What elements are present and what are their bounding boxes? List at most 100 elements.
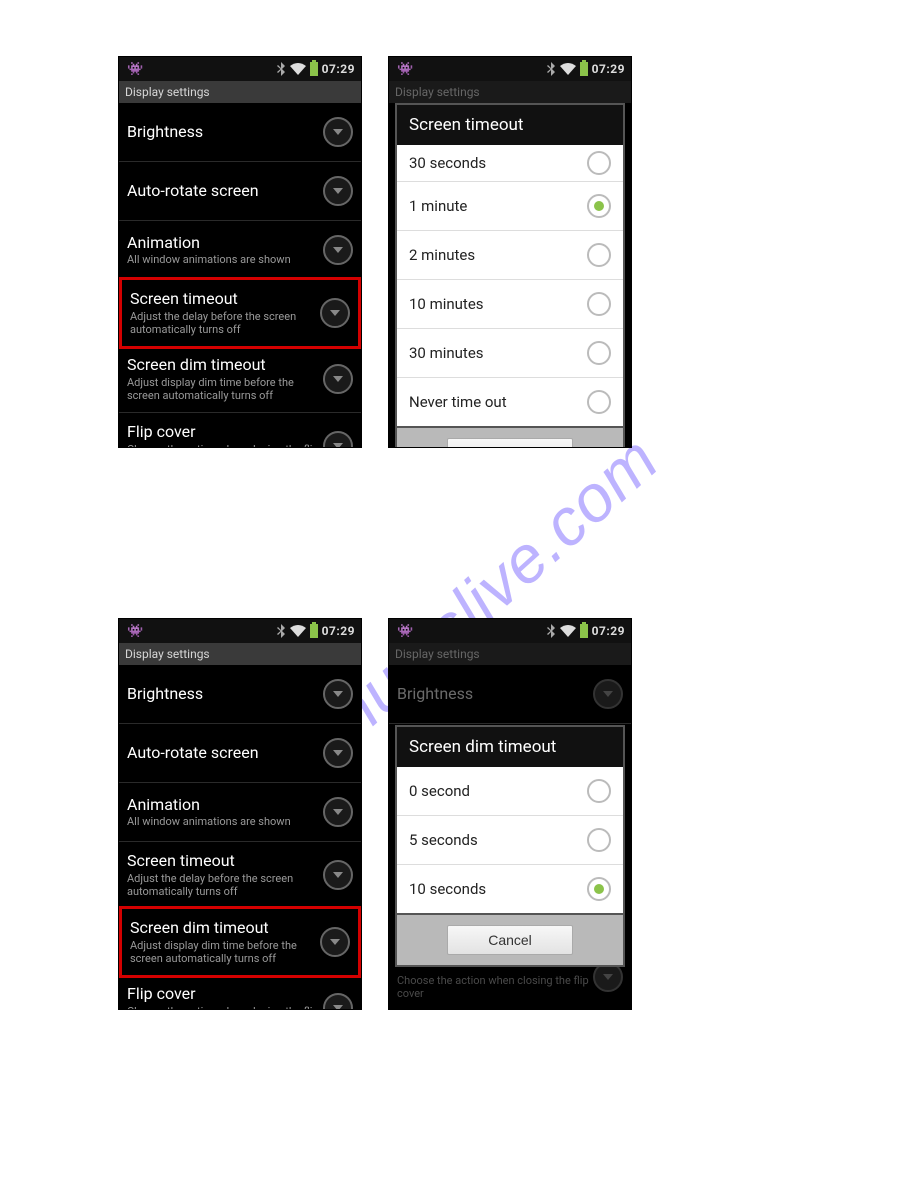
chevron-down-icon [323, 431, 353, 448]
page-title: Display settings [389, 643, 631, 665]
wifi-icon [560, 625, 576, 637]
option-never-time-out[interactable]: Never time out [397, 377, 623, 426]
chevron-down-icon [320, 927, 350, 957]
dialog-options: 30 seconds 1 minute 2 minutes 10 minutes [395, 145, 625, 428]
battery-icon [580, 62, 588, 76]
settings-item-auto-rotate[interactable]: Auto-rotate screen [119, 724, 361, 783]
radio-icon [587, 341, 611, 365]
item-title: Brightness [127, 123, 323, 141]
chevron-down-icon [323, 738, 353, 768]
settings-item-animation[interactable]: Animation All window animations are show… [119, 783, 361, 842]
dialog-screen-timeout: Screen timeout 30 seconds 1 minute 2 min… [395, 103, 625, 448]
dialog-screen-dim-timeout: Screen dim timeout 0 second 5 seconds 10… [395, 725, 625, 967]
item-title: Animation [127, 796, 323, 814]
radio-icon [587, 194, 611, 218]
option-label: 1 minute [409, 197, 587, 215]
settings-item-animation[interactable]: Animation All window animations are show… [119, 221, 361, 280]
item-subtitle: Choose the action when closing the flip … [127, 443, 323, 448]
bluetooth-icon [276, 62, 286, 76]
item-subtitle: Adjust the delay before the screen autom… [130, 310, 320, 336]
chevron-down-icon [320, 298, 350, 328]
option-30-seconds[interactable]: 30 seconds [397, 145, 623, 181]
option-0-second[interactable]: 0 second [397, 767, 623, 815]
settings-item-flip-cover[interactable]: Flip cover Choose the action when closin… [119, 413, 361, 448]
phone-dim-dialog: 👾 07:29 Display settings Brightness Flip… [388, 618, 632, 1010]
item-title: Flip cover [127, 423, 323, 441]
phone-timeout-dialog: 👾 07:29 Display settings Screen timeout … [388, 56, 632, 448]
page-title: Display settings [389, 81, 631, 103]
clock: 07:29 [592, 62, 625, 76]
settings-item-brightness[interactable]: Brightness [119, 665, 361, 724]
chevron-down-icon [323, 176, 353, 206]
radio-icon [587, 151, 611, 175]
radio-icon [587, 828, 611, 852]
dialog-title: Screen timeout [395, 103, 625, 145]
settings-item-screen-timeout[interactable]: Screen timeout Adjust the delay before t… [119, 842, 361, 909]
item-subtitle: Choose the action when closing the flip … [397, 974, 593, 1000]
settings-item-screen-dim-timeout[interactable]: Screen dim timeout Adjust display dim ti… [119, 906, 361, 978]
option-label: 30 seconds [409, 154, 587, 172]
item-subtitle: All window animations are shown [127, 253, 323, 266]
option-label: 30 minutes [409, 344, 587, 362]
battery-icon [580, 624, 588, 638]
option-10-seconds[interactable]: 10 seconds [397, 864, 623, 913]
chevron-down-icon [323, 117, 353, 147]
bluetooth-icon [546, 624, 556, 638]
radio-icon [587, 292, 611, 316]
chevron-down-icon [323, 364, 353, 394]
option-label: 10 seconds [409, 880, 587, 898]
chevron-down-icon [323, 860, 353, 890]
chevron-down-icon [593, 679, 623, 709]
status-bar: 👾 07:29 [389, 619, 631, 643]
settings-list: Brightness Auto-rotate screen Animation … [119, 665, 361, 1010]
phone-settings-dim-highlight: 👾 07:29 Display settings Brightness Auto… [118, 618, 362, 1010]
item-subtitle: Adjust display dim time before the scree… [127, 376, 323, 402]
bluetooth-icon [546, 62, 556, 76]
bluetooth-icon [276, 624, 286, 638]
item-title: Screen timeout [127, 852, 323, 870]
cancel-button[interactable]: Cancel [447, 438, 573, 448]
chevron-down-icon [323, 797, 353, 827]
settings-item-flip-cover[interactable]: Flip cover Choose the action when closin… [119, 975, 361, 1010]
option-label: 5 seconds [409, 831, 587, 849]
option-1-minute[interactable]: 1 minute [397, 181, 623, 230]
settings-item-auto-rotate[interactable]: Auto-rotate screen [119, 162, 361, 221]
page-title: Display settings [119, 81, 361, 103]
item-subtitle: Adjust the delay before the screen autom… [127, 872, 323, 898]
item-title: Flip cover [127, 985, 323, 1003]
clock: 07:29 [322, 624, 355, 638]
item-title: Auto-rotate screen [127, 182, 323, 200]
option-10-minutes[interactable]: 10 minutes [397, 279, 623, 328]
android-icon: 👾 [397, 62, 413, 77]
item-subtitle: Adjust display dim time before the scree… [130, 939, 320, 965]
chevron-down-icon [323, 235, 353, 265]
settings-item-brightness[interactable]: Brightness [119, 103, 361, 162]
option-2-minutes[interactable]: 2 minutes [397, 230, 623, 279]
item-subtitle: Choose the action when closing the flip … [127, 1005, 323, 1010]
page-title: Display settings [119, 643, 361, 665]
wifi-icon [560, 63, 576, 75]
clock: 07:29 [592, 624, 625, 638]
chevron-down-icon [323, 993, 353, 1010]
item-title: Screen dim timeout [127, 356, 323, 374]
settings-item-brightness: Brightness [389, 665, 631, 724]
option-5-seconds[interactable]: 5 seconds [397, 815, 623, 864]
item-title: Brightness [127, 685, 323, 703]
radio-icon [587, 243, 611, 267]
android-icon: 👾 [127, 62, 143, 77]
android-icon: 👾 [127, 624, 143, 639]
phone-settings-timeout-highlight: 👾 07:29 Display settings Brightness Auto… [118, 56, 362, 448]
item-title: Screen dim timeout [130, 919, 320, 937]
radio-icon [587, 779, 611, 803]
item-title: Screen timeout [130, 290, 320, 308]
settings-item-screen-timeout[interactable]: Screen timeout Adjust the delay before t… [119, 277, 361, 349]
status-bar: 👾 07:29 [389, 57, 631, 81]
dialog-options: 0 second 5 seconds 10 seconds [395, 767, 625, 915]
option-30-minutes[interactable]: 30 minutes [397, 328, 623, 377]
settings-item-screen-dim-timeout[interactable]: Screen dim timeout Adjust display dim ti… [119, 346, 361, 413]
item-subtitle: All window animations are shown [127, 815, 323, 828]
cancel-button[interactable]: Cancel [447, 925, 573, 955]
battery-icon [310, 62, 318, 76]
wifi-icon [290, 63, 306, 75]
option-label: 10 minutes [409, 295, 587, 313]
